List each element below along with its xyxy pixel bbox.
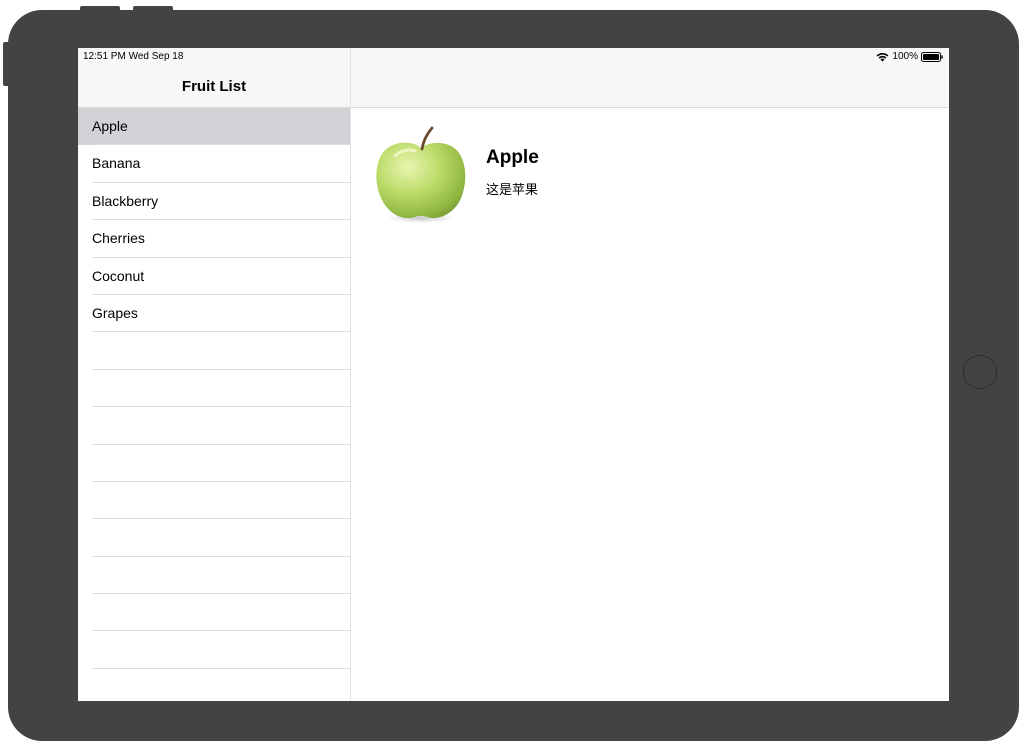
wifi-icon bbox=[876, 52, 889, 62]
empty-row bbox=[78, 445, 350, 483]
list-item-label: Cherries bbox=[92, 230, 145, 247]
master-pane: 12:51 PM Wed Sep 18 Fruit List Apple Bana… bbox=[78, 48, 351, 701]
list-item-label: Grapes bbox=[92, 304, 138, 321]
empty-row bbox=[78, 594, 350, 632]
empty-row bbox=[78, 482, 350, 520]
fruit-description: 这是苹果 bbox=[486, 182, 539, 197]
empty-row bbox=[78, 332, 350, 371]
empty-row bbox=[78, 631, 350, 670]
list-item[interactable]: Apple bbox=[78, 108, 350, 146]
empty-row bbox=[78, 407, 350, 445]
page-title: Fruit List bbox=[181, 78, 247, 95]
empty-row bbox=[78, 669, 350, 701]
list-item[interactable]: Blackberry bbox=[78, 183, 350, 221]
status-indicators: 100% bbox=[876, 51, 943, 62]
list-item-label: Coconut bbox=[92, 267, 145, 284]
apple-icon bbox=[373, 120, 469, 224]
empty-row bbox=[78, 557, 350, 595]
empty-row bbox=[78, 370, 350, 408]
home-button[interactable] bbox=[963, 355, 997, 389]
fruit-list: Apple Banana Blackberry Cherries Coconut Grap… bbox=[78, 108, 350, 701]
list-item[interactable]: Grapes bbox=[78, 295, 350, 333]
detail-navigation-bar: 100% bbox=[351, 48, 949, 108]
list-item[interactable]: Banana bbox=[78, 145, 350, 184]
status-time-date: 12:51 PM Wed Sep 18 bbox=[83, 51, 184, 62]
master-navigation-bar: 12:51 PM Wed Sep 18 Fruit List bbox=[78, 48, 350, 108]
list-item[interactable]: Cherries bbox=[78, 220, 350, 258]
list-item-label: Apple bbox=[92, 118, 128, 134]
fruit-name: Apple bbox=[486, 147, 539, 168]
battery-icon bbox=[921, 51, 943, 62]
list-item-label: Blackberry bbox=[92, 192, 159, 209]
empty-row bbox=[78, 519, 350, 558]
battery-percentage: 100% bbox=[892, 51, 918, 62]
list-item-label: Banana bbox=[92, 155, 141, 172]
detail-pane: Apple 这是苹果 bbox=[351, 108, 949, 701]
ipad-screen: 12:51 PM Wed Sep 18 Fruit List Apple Bana… bbox=[78, 48, 949, 701]
list-item[interactable]: Coconut bbox=[78, 258, 350, 296]
